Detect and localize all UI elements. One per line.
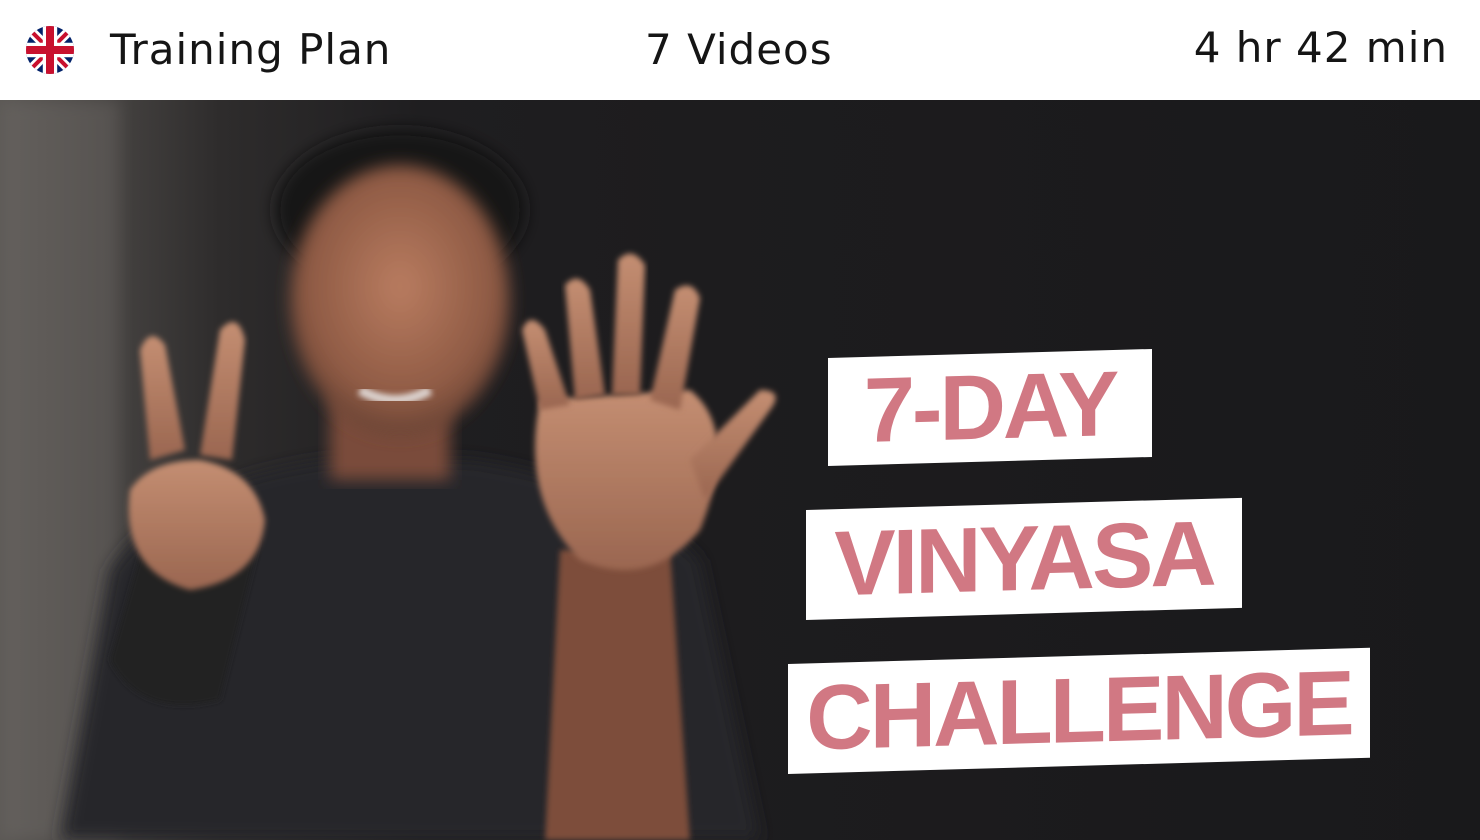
- title-line-2: VINYASA: [806, 497, 1242, 620]
- title-line-3: CHALLENGE: [788, 647, 1370, 774]
- title-line-2-text: VINYASA: [834, 502, 1214, 615]
- video-count: 7 Videos: [645, 25, 833, 74]
- plan-header: Training Plan 7 Videos 4 hr 42 min: [0, 0, 1480, 100]
- title-line-3-text: CHALLENGE: [806, 651, 1352, 769]
- title-line-1-text: 7-DAY: [863, 352, 1117, 462]
- title-line-1: 7-DAY: [828, 348, 1152, 466]
- plan-title: Training Plan: [110, 25, 392, 74]
- plan-duration: 4 hr 42 min: [1193, 23, 1448, 72]
- uk-flag-icon[interactable]: [26, 26, 74, 74]
- hero-thumbnail[interactable]: 7-DAY VINYASA CHALLENGE: [0, 100, 1480, 840]
